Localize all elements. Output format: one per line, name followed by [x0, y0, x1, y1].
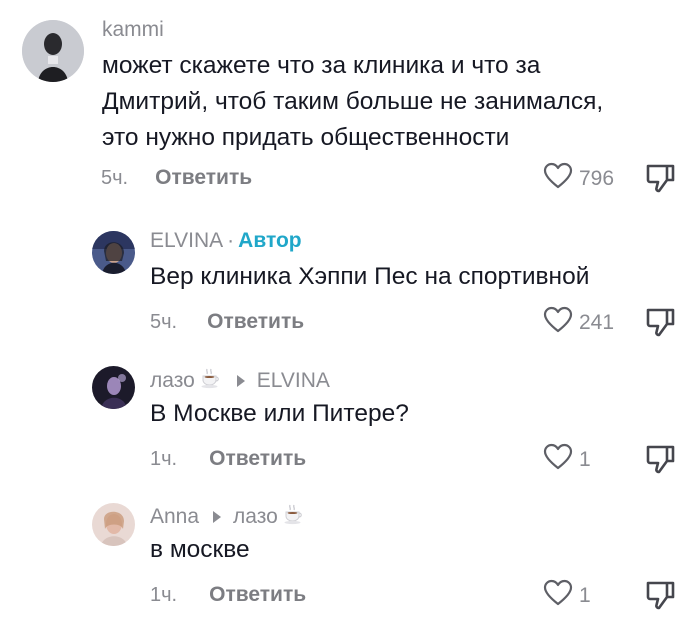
reply-button[interactable]: Ответить — [209, 447, 306, 471]
like-button[interactable]: 1 — [543, 579, 591, 613]
author-badge: Автор — [238, 229, 302, 252]
like-count: 1 — [579, 448, 591, 471]
reply-button[interactable]: Ответить — [207, 310, 304, 334]
avatar[interactable] — [92, 366, 135, 409]
comment-timestamp: 1ч. — [150, 583, 178, 606]
comment-username[interactable]: Anna — [150, 505, 199, 529]
dislike-icon[interactable] — [645, 444, 677, 479]
like-button[interactable]: 796 — [543, 162, 614, 196]
like-count: 796 — [579, 167, 615, 190]
comment-text: Вер клиника Хэппи Пес на спортивной — [150, 263, 590, 290]
like-count: 241 — [579, 311, 615, 334]
avatar[interactable] — [22, 20, 84, 82]
dislike-icon[interactable] — [645, 580, 677, 615]
comment-text: в москве — [150, 536, 250, 563]
avatar[interactable] — [92, 231, 135, 274]
avatar[interactable] — [92, 503, 135, 546]
reply-button[interactable]: Ответить — [155, 166, 252, 190]
separator-dot: · — [227, 229, 235, 252]
like-button[interactable]: 1 — [543, 443, 591, 477]
like-count: 1 — [579, 584, 591, 607]
dislike-icon[interactable] — [645, 307, 677, 342]
comment-username[interactable]: ELVINA — [150, 229, 223, 253]
comment-text: может скажете что за клиника и что за Дм… — [102, 52, 604, 151]
coffee-cup-icon — [282, 503, 306, 531]
reply-to-username[interactable]: ELVINA — [257, 369, 330, 393]
comment-timestamp: 5ч. — [150, 310, 178, 333]
reply-arrow-icon — [213, 511, 222, 523]
comment-timestamp: 5ч. — [101, 166, 129, 189]
coffee-cup-icon — [199, 367, 223, 395]
reply-button[interactable]: Ответить — [209, 583, 306, 607]
heart-icon — [543, 162, 573, 196]
heart-icon — [543, 579, 573, 613]
comment-timestamp: 1ч. — [150, 447, 178, 470]
comment-username[interactable]: kammi — [102, 18, 164, 42]
dislike-icon[interactable] — [645, 163, 677, 198]
comment-text: В Москве или Питере? — [150, 400, 409, 427]
heart-icon — [543, 306, 573, 340]
heart-icon — [543, 443, 573, 477]
like-button[interactable]: 241 — [543, 306, 614, 340]
reply-arrow-icon — [236, 375, 245, 387]
comment-username[interactable]: лазо — [150, 369, 195, 393]
reply-to-username[interactable]: лазо — [233, 505, 278, 529]
